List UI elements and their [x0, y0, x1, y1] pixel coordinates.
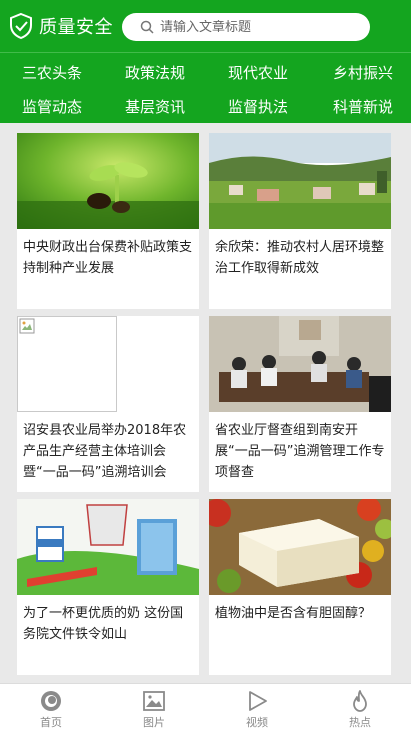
article-card[interactable]: 诏安县农业局举办2018年农产品生产经营主体培训会暨“一品一码”追溯培训会: [17, 316, 199, 492]
article-card[interactable]: 余欣荣：推动农村人居环境整治工作取得新成效: [209, 133, 391, 309]
tab-label: 热点: [349, 716, 371, 729]
tab-label: 视频: [246, 716, 268, 729]
village-photo[interactable]: [209, 133, 391, 229]
article-title[interactable]: 诏安县农业局举办2018年农产品生产经营主体培训会暨“一品一码”追溯培训会: [17, 412, 199, 483]
play-icon: [249, 691, 267, 711]
site-logo[interactable]: 质量安全: [8, 12, 113, 40]
tab-home[interactable]: 首页: [0, 684, 102, 737]
article-card[interactable]: 为了一杯更优质的奶 这份国务院文件铁令如山: [17, 499, 199, 675]
article-card[interactable]: 中央财政出台保费补贴政策支持制种产业发展: [17, 133, 199, 309]
nav-item-modern-agriculture[interactable]: 现代农业: [210, 62, 306, 83]
article-title[interactable]: 植物油中是否含有胆固醇？: [209, 595, 391, 624]
tab-label: 首页: [40, 716, 62, 729]
article-title[interactable]: 余欣荣：推动农村人居环境整治工作取得新成效: [209, 229, 391, 279]
shield-check-icon: [10, 12, 32, 40]
search-box[interactable]: [122, 13, 370, 41]
home-icon: [41, 691, 61, 711]
milk-illustration[interactable]: [17, 499, 199, 595]
flame-icon: [353, 690, 367, 712]
tab-hot[interactable]: 热点: [309, 684, 411, 737]
nav-item-sannong-headlines[interactable]: 三农头条: [4, 62, 100, 83]
article-title[interactable]: 省农业厅督查组到南安开展“一品一码”追溯管理工作专项督查: [209, 412, 391, 483]
search-icon[interactable]: [140, 20, 154, 34]
tofu-photo[interactable]: [209, 499, 391, 595]
article-title[interactable]: 中央财政出台保费补贴政策支持制种产业发展: [17, 229, 199, 279]
nav-item-policy-regulations[interactable]: 政策法规: [107, 62, 203, 83]
site-name: 质量安全: [39, 17, 113, 38]
tab-label: 图片: [143, 716, 165, 729]
broken-image[interactable]: [17, 316, 199, 412]
nav-item-science-popularization[interactable]: 科普新说: [315, 96, 411, 117]
tab-video[interactable]: 视频: [206, 684, 308, 737]
article-card[interactable]: 植物油中是否含有胆固醇？: [209, 499, 391, 675]
category-nav: 三农头条 政策法规 现代农业 乡村振兴 监管动态 基层资讯 监督执法 科普新说: [0, 52, 411, 123]
seedling-photo[interactable]: [17, 133, 199, 229]
nav-item-law-enforcement[interactable]: 监督执法: [210, 96, 306, 117]
nav-item-supervision-news[interactable]: 监管动态: [4, 96, 100, 117]
broken-image-icon: [19, 318, 35, 334]
top-header: 质量安全: [0, 0, 411, 52]
nav-item-grassroots-news[interactable]: 基层资讯: [107, 96, 203, 117]
meeting-photo[interactable]: [209, 316, 391, 412]
search-input[interactable]: [160, 19, 360, 35]
broken-image-placeholder: [17, 316, 117, 412]
article-card[interactable]: 省农业厅督查组到南安开展“一品一码”追溯管理工作专项督查: [209, 316, 391, 492]
bottom-tab-bar: 首页 图片 视频 热点: [0, 683, 411, 737]
tab-images[interactable]: 图片: [103, 684, 205, 737]
nav-item-rural-revitalization[interactable]: 乡村振兴: [315, 62, 411, 83]
image-icon: [143, 691, 165, 711]
article-title[interactable]: 为了一杯更优质的奶 这份国务院文件铁令如山: [17, 595, 199, 645]
